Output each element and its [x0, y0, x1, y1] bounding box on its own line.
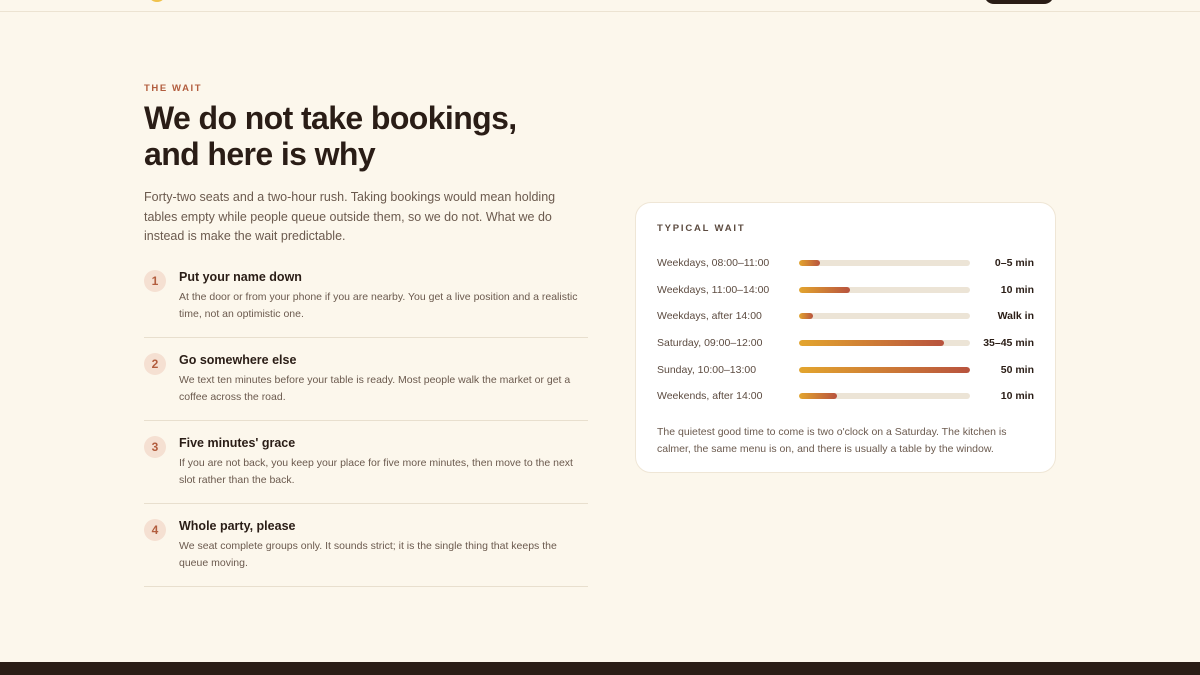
step-number-badge: 4 — [144, 518, 166, 541]
wait-row-label: Saturday, 09:00–12:00 — [657, 337, 763, 350]
card-title: TYPICAL WAIT — [657, 223, 746, 234]
step-number-badge: 2 — [144, 352, 166, 375]
typical-wait-card: TYPICAL WAIT Weekdays, 08:00–11:00 0–5 m… — [635, 202, 1056, 473]
step-text: We text ten minutes before your table is… — [179, 373, 571, 403]
step-title: Go somewhere else — [179, 352, 297, 367]
wait-row: Sunday, 10:00–13:00 50 min — [657, 356, 1034, 383]
wait-bar-track — [799, 286, 970, 293]
wait-bar-fill — [799, 366, 970, 373]
step-title: Whole party, please — [179, 518, 296, 533]
wait-row-value: 10 min — [1000, 390, 1034, 403]
wait-bar-fill — [799, 340, 945, 347]
step-text: At the door or from your phone if you ar… — [179, 290, 578, 320]
wait-bar-fill — [799, 393, 837, 400]
wait-bar-track — [799, 393, 970, 400]
wait-section-intro: THE WAIT We do not take bookings, and he… — [144, 83, 588, 601]
footer-strip — [0, 662, 1200, 675]
wait-row: Saturday, 09:00–12:00 35–45 min — [657, 330, 1034, 357]
steps-list: 1 Put your name down At the door or from… — [144, 269, 588, 587]
wait-row-label: Weekends, after 14:00 — [657, 390, 763, 403]
wait-bar-track — [799, 366, 970, 373]
wait-bar-track — [799, 313, 970, 320]
wait-row-label: Sunday, 10:00–13:00 — [657, 363, 757, 376]
wait-bar-fill — [799, 286, 851, 293]
wait-note: The quietest good time to come is two o'… — [657, 425, 1007, 455]
wait-row-value: 35–45 min — [983, 337, 1034, 350]
wait-bar-fill — [799, 313, 813, 320]
wait-rows: Weekdays, 08:00–11:00 0–5 min Weekdays, … — [657, 250, 1034, 410]
step-number-badge: 3 — [144, 435, 166, 458]
section-intro: Forty-two seats and a two-hour rush. Tak… — [144, 190, 556, 243]
list-item: 3 Five minutes' grace If you are not bac… — [144, 435, 588, 504]
nav-cta-button[interactable] — [984, 0, 1054, 4]
list-item: 4 Whole party, please We seat complete g… — [144, 518, 588, 587]
wait-row-label: Weekdays, after 14:00 — [657, 310, 762, 323]
wait-bar-fill — [799, 260, 820, 267]
wait-row-value: 50 min — [1000, 363, 1034, 376]
step-text: We seat complete groups only. It sounds … — [179, 539, 557, 569]
wait-row: Weekdays, after 14:00 Walk in — [657, 303, 1034, 330]
wait-row: Weekends, after 14:00 10 min — [657, 383, 1034, 410]
step-number-badge: 1 — [144, 269, 166, 292]
wait-bar-track — [799, 260, 970, 267]
section-title: We do not take bookings, and here is why — [144, 100, 517, 172]
step-title: Put your name down — [179, 269, 302, 284]
wait-row-value: 0–5 min — [994, 257, 1034, 270]
step-title: Five minutes' grace — [179, 435, 296, 450]
step-text: If you are not back, you keep your place… — [179, 456, 573, 486]
top-nav-bar — [0, 0, 1200, 12]
wait-row: Weekdays, 11:00–14:00 10 min — [657, 277, 1034, 304]
list-item: 2 Go somewhere else We text ten minutes … — [144, 352, 588, 421]
section-eyebrow: THE WAIT — [144, 83, 203, 94]
wait-row: Weekdays, 08:00–11:00 0–5 min — [657, 250, 1034, 277]
list-item: 1 Put your name down At the door or from… — [144, 269, 588, 338]
wait-bar-track — [799, 340, 970, 347]
wait-row-value: 10 min — [1000, 283, 1034, 296]
wait-row-label: Weekdays, 11:00–14:00 — [657, 283, 770, 296]
logo-icon[interactable] — [148, 0, 166, 2]
wait-row-label: Weekdays, 08:00–11:00 — [657, 257, 770, 270]
wait-row-value: Walk in — [997, 310, 1034, 323]
